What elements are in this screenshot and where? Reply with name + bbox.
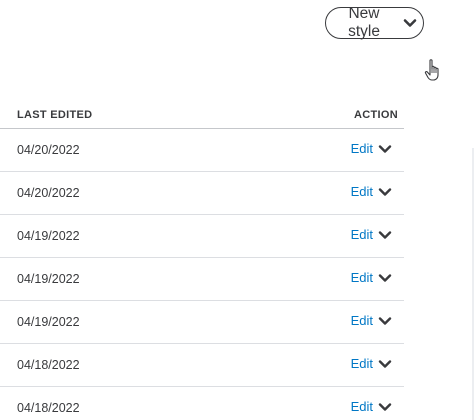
edit-link[interactable]: Edit — [351, 356, 373, 371]
row-action: Edit — [351, 399, 392, 414]
edit-link[interactable]: Edit — [351, 184, 373, 199]
header-last-edited: LAST EDITED — [17, 109, 93, 121]
new-style-label: New style — [348, 5, 380, 40]
row-action: Edit — [351, 141, 392, 156]
chevron-down-icon[interactable] — [378, 314, 392, 328]
table-row: 04/19/2022 Edit — [0, 258, 404, 301]
styles-table: LAST EDITED ACTION 04/20/2022 Edit 04/20… — [0, 99, 404, 420]
chevron-down-icon[interactable] — [378, 271, 392, 285]
row-action: Edit — [351, 227, 392, 242]
table-row: 04/20/2022 Edit — [0, 172, 404, 215]
chevron-down-icon[interactable] — [378, 228, 392, 242]
edit-link[interactable]: Edit — [351, 399, 373, 414]
row-action: Edit — [351, 356, 392, 371]
chevron-down-icon[interactable] — [378, 357, 392, 371]
chevron-down-icon[interactable] — [378, 142, 392, 156]
last-edited-date: 04/18/2022 — [17, 358, 80, 372]
page: New style LAST EDITED ACTION 04/20/2022 … — [0, 0, 474, 420]
row-action: Edit — [351, 313, 392, 328]
table-row: 04/18/2022 Edit — [0, 387, 404, 420]
edit-link[interactable]: Edit — [351, 270, 373, 285]
table-header: LAST EDITED ACTION — [0, 99, 404, 129]
header-action: ACTION — [354, 109, 398, 121]
last-edited-date: 04/20/2022 — [17, 186, 80, 200]
new-style-button[interactable]: New style — [325, 5, 424, 40]
table-row: 04/19/2022 Edit — [0, 301, 404, 344]
last-edited-date: 04/19/2022 — [17, 229, 80, 243]
table-row: 04/18/2022 Edit — [0, 344, 404, 387]
last-edited-date: 04/19/2022 — [17, 272, 80, 286]
chevron-down-icon[interactable] — [378, 400, 392, 414]
edit-link[interactable]: Edit — [351, 227, 373, 242]
row-action: Edit — [351, 270, 392, 285]
table-row: 04/19/2022 Edit — [0, 215, 404, 258]
table-row: 04/20/2022 Edit — [0, 129, 404, 172]
edit-link[interactable]: Edit — [351, 141, 373, 156]
chevron-down-icon — [403, 16, 417, 30]
edit-link[interactable]: Edit — [351, 313, 373, 328]
last-edited-date: 04/20/2022 — [17, 143, 80, 157]
row-action: Edit — [351, 184, 392, 199]
chevron-down-icon[interactable] — [378, 185, 392, 199]
hand-pointer-icon — [423, 58, 443, 82]
last-edited-date: 04/19/2022 — [17, 315, 80, 329]
last-edited-date: 04/18/2022 — [17, 401, 80, 415]
